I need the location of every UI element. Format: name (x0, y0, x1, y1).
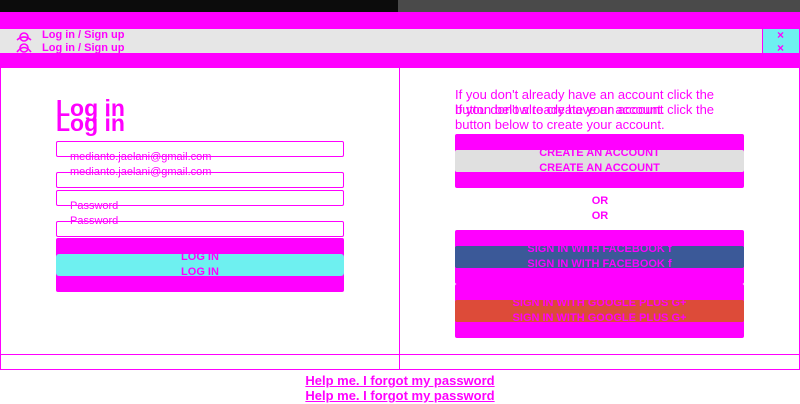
or-separator-echo: OR (591, 210, 609, 222)
facebook-button-label-echo: SIGN IN WITH FACEBOOK f (455, 258, 744, 270)
header-band (0, 12, 800, 28)
google-button-label: SIGN IN WITH GOOGLE PLUS G+ (455, 297, 744, 309)
create-account-label-echo: CREATE AN ACCOUNT (539, 162, 660, 174)
footer-divider-bottom (0, 369, 800, 370)
google-plus-icon: G+ (671, 297, 687, 309)
facebook-label-echo: SIGN IN WITH FACEBOOK (527, 258, 665, 270)
facebook-icon-echo: f (667, 258, 672, 270)
google-label-echo: SIGN IN WITH GOOGLE PLUS (512, 312, 669, 324)
facebook-icon: f (667, 243, 672, 255)
or-separator: OR (591, 195, 609, 207)
dialog-title: Log in / Sign up (42, 29, 125, 41)
close-icon-echo: × (777, 41, 785, 55)
top-strip-left (0, 0, 398, 12)
email-value: medianto.jaelani@gmail.com (70, 151, 212, 163)
google-button-label-echo: SIGN IN WITH GOOGLE PLUS G+ (455, 312, 744, 324)
pane-divider (399, 54, 400, 370)
signup-prompt-echo: If you don't already have an account cli… (455, 102, 715, 132)
top-strip-right (398, 0, 800, 12)
dialog-title-echo: Log in / Sign up (42, 42, 125, 54)
dialog-titlebar: Log in / Sign up Log in / Sign up (0, 28, 800, 54)
forgot-password-link-echo[interactable]: Help me. I forgot my password (300, 388, 500, 403)
login-button-label: LOG IN (181, 251, 219, 263)
create-account-label: CREATE AN ACCOUNT (539, 147, 660, 159)
forgot-password-link[interactable]: Help me. I forgot my password (300, 373, 500, 388)
user-avatar-icon (16, 32, 32, 53)
facebook-button-label: SIGN IN WITH FACEBOOK f (455, 243, 744, 255)
login-heading-echo: Log in (56, 110, 125, 136)
password-placeholder-echo: Password (70, 215, 119, 227)
footer-divider-top (0, 354, 800, 355)
email-value-echo: medianto.jaelani@gmail.com (70, 166, 212, 178)
close-icon: × (777, 28, 785, 42)
content-top-band (0, 54, 800, 68)
close-button[interactable]: × × (762, 28, 800, 54)
facebook-label: SIGN IN WITH FACEBOOK (527, 243, 665, 255)
footer-edge-left (0, 354, 1, 370)
google-label: SIGN IN WITH GOOGLE PLUS (512, 297, 669, 309)
login-button-label-echo: LOG IN (181, 266, 219, 278)
google-plus-icon-echo: G+ (671, 312, 687, 324)
top-strip (0, 0, 800, 12)
password-placeholder: Password (70, 200, 119, 212)
